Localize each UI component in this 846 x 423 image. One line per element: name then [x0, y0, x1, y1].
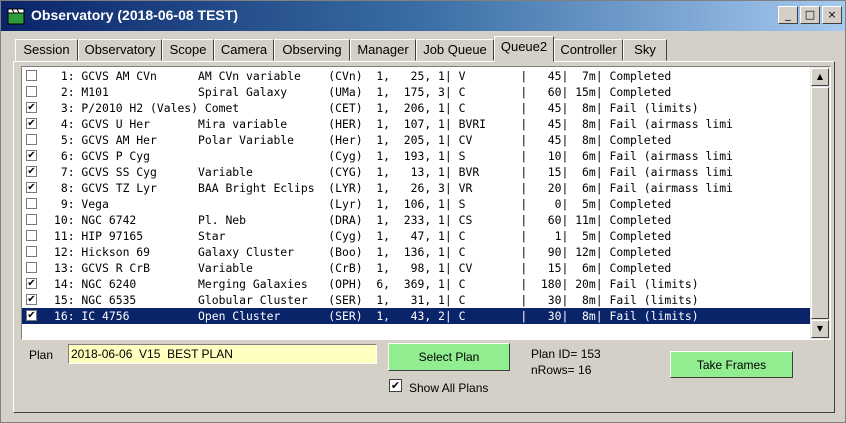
row-text: 14: NGC 6240 Merging Galaxies (OPH) 6, 3… — [54, 277, 699, 291]
row-checkbox[interactable]: ✔ — [26, 182, 37, 193]
row-checkbox[interactable] — [26, 214, 37, 225]
queue-row[interactable]: ✔ 7: GCVS SS Cyg Variable (CYG) 1, 13, 1… — [22, 164, 810, 180]
maximize-button[interactable]: □ — [800, 6, 820, 24]
scroll-thumb[interactable] — [811, 87, 829, 319]
tab-observing[interactable]: Observing — [274, 39, 350, 61]
queue-list[interactable]: 1: GCVS AM CVn AM CVn variable (CVn) 1, … — [21, 66, 831, 340]
row-text: 2: M101 Spiral Galaxy (UMa) 1, 175, 3| C… — [54, 85, 672, 99]
tab-observatory[interactable]: Observatory — [78, 39, 162, 61]
close-button[interactable]: × — [822, 6, 842, 24]
queue-row[interactable]: 10: NGC 6742 Pl. Neb (DRA) 1, 233, 1| CS… — [22, 212, 810, 228]
row-checkbox[interactable]: ✔ — [26, 278, 37, 289]
queue-row[interactable]: ✔ 8: GCVS TZ Lyr BAA Bright Eclips (LYR)… — [22, 180, 810, 196]
queue-rows: 1: GCVS AM CVn AM CVn variable (CVn) 1, … — [22, 68, 810, 324]
scroll-down-icon[interactable]: ▼ — [811, 320, 829, 338]
row-checkbox[interactable]: ✔ — [26, 166, 37, 177]
row-checkbox[interactable] — [26, 230, 37, 241]
row-checkbox[interactable]: ✔ — [26, 310, 37, 321]
row-text: 13: GCVS R CrB Variable (CrB) 1, 98, 1| … — [54, 261, 672, 275]
row-checkbox[interactable] — [26, 86, 37, 97]
queue-row[interactable]: 12: Hickson 69 Galaxy Cluster (Boo) 1, 1… — [22, 244, 810, 260]
tab-session[interactable]: Session — [15, 39, 78, 61]
tab-camera[interactable]: Camera — [214, 39, 274, 61]
queue-row[interactable]: ✔ 4: GCVS U Her Mira variable (HER) 1, 1… — [22, 116, 810, 132]
nrows-text: nRows= 16 — [531, 363, 592, 377]
tab-manager[interactable]: Manager — [350, 39, 416, 61]
tab-scope[interactable]: Scope — [162, 39, 214, 61]
row-text: 3: P/2010 H2 (Vales) Comet (CET) 1, 206,… — [54, 101, 699, 115]
minimize-button[interactable]: _ — [778, 6, 798, 24]
show-all-plans-label: Show All Plans — [409, 381, 489, 395]
row-checkbox[interactable]: ✔ — [26, 150, 37, 161]
plan-label: Plan — [29, 348, 54, 362]
window-title: Observatory (2018-06-08 TEST) — [31, 7, 238, 23]
row-checkbox[interactable] — [26, 262, 37, 273]
row-checkbox[interactable]: ✔ — [26, 294, 37, 305]
clapperboard-icon — [7, 8, 25, 25]
row-text: 6: GCVS P Cyg (Cyg) 1, 193, 1| S | 10| 6… — [54, 149, 733, 163]
tab-queue2[interactable]: Queue2 — [494, 36, 554, 62]
queue-row[interactable]: ✔ 6: GCVS P Cyg (Cyg) 1, 193, 1| S | 10|… — [22, 148, 810, 164]
row-text: 7: GCVS SS Cyg Variable (CYG) 1, 13, 1| … — [54, 165, 733, 179]
row-text: 11: HIP 97165 Star (Cyg) 1, 47, 1| C | 1… — [54, 229, 672, 243]
plan-input[interactable]: 2018-06-06 V15 BEST PLAN — [68, 344, 377, 364]
row-text: 16: IC 4756 Open Cluster (SER) 1, 43, 2|… — [54, 309, 699, 323]
tab-job-queue[interactable]: Job Queue — [416, 39, 494, 61]
title-bar[interactable]: Observatory (2018-06-08 TEST) _ □ × — [1, 1, 845, 31]
tab-controller[interactable]: Controller — [554, 39, 623, 61]
app-window: Observatory (2018-06-08 TEST) _ □ × Sess… — [0, 0, 846, 423]
queue-row[interactable]: 9: Vega (Lyr) 1, 106, 1| S | 0| 5m| Comp… — [22, 196, 810, 212]
select-plan-button[interactable]: Select Plan — [388, 343, 510, 371]
queue-row[interactable]: 2: M101 Spiral Galaxy (UMa) 1, 175, 3| C… — [22, 84, 810, 100]
take-frames-button[interactable]: Take Frames — [670, 351, 793, 378]
show-all-plans-checkbox[interactable]: ✔ — [389, 379, 402, 392]
row-text: 8: GCVS TZ Lyr BAA Bright Eclips (LYR) 1… — [54, 181, 733, 195]
row-text: 15: NGC 6535 Globular Cluster (SER) 1, 3… — [54, 293, 699, 307]
row-text: 9: Vega (Lyr) 1, 106, 1| S | 0| 5m| Comp… — [54, 197, 672, 211]
row-checkbox[interactable] — [26, 198, 37, 209]
row-text: 1: GCVS AM CVn AM CVn variable (CVn) 1, … — [54, 69, 672, 83]
row-checkbox[interactable] — [26, 70, 37, 81]
queue-row[interactable]: ✔ 3: P/2010 H2 (Vales) Comet (CET) 1, 20… — [22, 100, 810, 116]
row-text: 10: NGC 6742 Pl. Neb (DRA) 1, 233, 1| CS… — [54, 213, 672, 227]
row-text: 5: GCVS AM Her Polar Variable (Her) 1, 2… — [54, 133, 672, 147]
row-checkbox[interactable] — [26, 134, 37, 145]
row-checkbox[interactable]: ✔ — [26, 118, 37, 129]
queue-row[interactable]: 5: GCVS AM Her Polar Variable (Her) 1, 2… — [22, 132, 810, 148]
row-text: 4: GCVS U Her Mira variable (HER) 1, 107… — [54, 117, 733, 131]
scroll-up-icon[interactable]: ▲ — [811, 68, 829, 86]
row-checkbox[interactable]: ✔ — [26, 102, 37, 113]
vertical-scrollbar[interactable]: ▲ ▼ — [810, 67, 830, 339]
queue-row[interactable]: 11: HIP 97165 Star (Cyg) 1, 47, 1| C | 1… — [22, 228, 810, 244]
queue-row[interactable]: ✔ 14: NGC 6240 Merging Galaxies (OPH) 6, … — [22, 276, 810, 292]
queue-row[interactable]: ✔ 15: NGC 6535 Globular Cluster (SER) 1, … — [22, 292, 810, 308]
plan-id-text: Plan ID= 153 — [531, 347, 601, 361]
row-text: 12: Hickson 69 Galaxy Cluster (Boo) 1, 1… — [54, 245, 672, 259]
queue-row[interactable]: 13: GCVS R CrB Variable (CrB) 1, 98, 1| … — [22, 260, 810, 276]
queue-row[interactable]: ✔ 16: IC 4756 Open Cluster (SER) 1, 43, 2… — [22, 308, 810, 324]
tab-sky[interactable]: Sky — [623, 39, 667, 61]
row-checkbox[interactable] — [26, 246, 37, 257]
queue-row[interactable]: 1: GCVS AM CVn AM CVn variable (CVn) 1, … — [22, 68, 810, 84]
